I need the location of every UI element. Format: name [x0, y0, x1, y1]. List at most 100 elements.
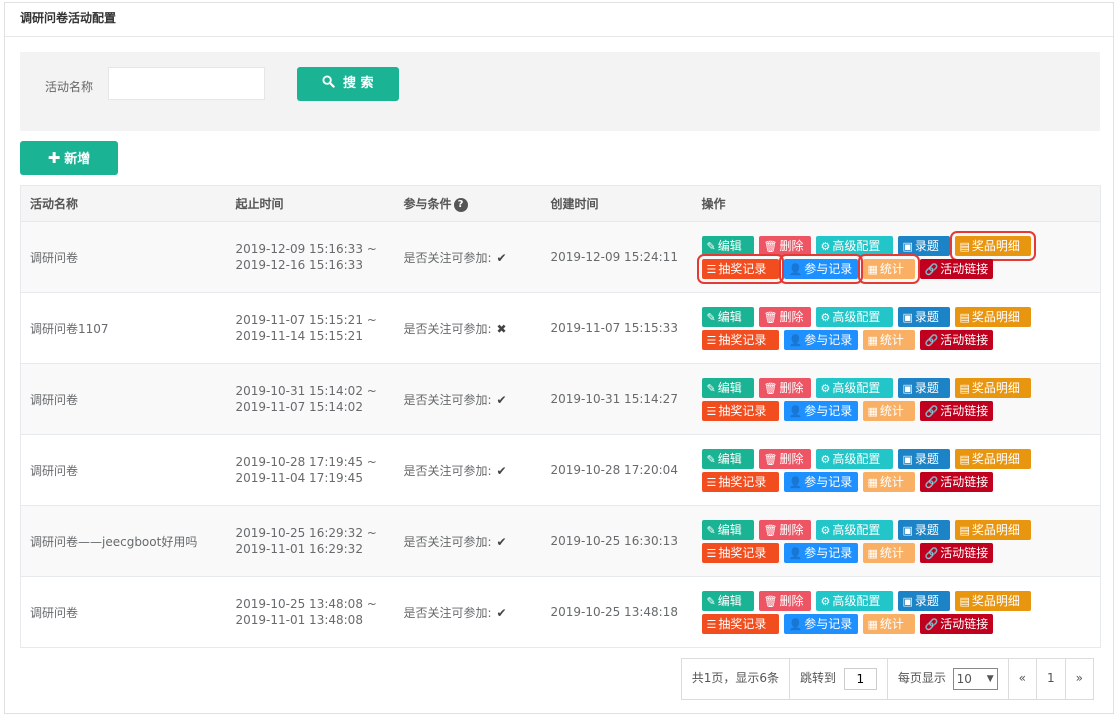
draw-record-button[interactable]: ☰ 抽奖记录 [701, 329, 779, 350]
cell-time: 2019-12-09 15:16:33 ~ 2019-12-16 15:16:3… [226, 221, 395, 293]
activity-link-button[interactable]: 🔗 活动链接 [919, 329, 993, 350]
activity-link-button[interactable]: 🔗 活动链接 [919, 400, 993, 421]
join-record-button[interactable]: 👤 参与记录 [783, 613, 858, 634]
edit-button-label: 编辑 [717, 522, 742, 537]
advanced-config-button[interactable]: ⚙ 高级配置 [815, 235, 893, 256]
stat-button[interactable]: ▦ 统计 [857, 253, 920, 284]
search-input[interactable] [108, 67, 265, 100]
cross-icon: ✖ [496, 321, 507, 336]
edit-button[interactable]: ✎ 编辑 [701, 235, 754, 256]
search-button[interactable]: 搜 索 [297, 67, 399, 101]
delete-button[interactable]: 🗑 删除 [758, 519, 811, 540]
config-panel: 调研问卷活动配置 活动名称 搜 索 ✚ 新增 活动名称 起止时间 参与条件? 创… [4, 2, 1114, 714]
gears-icon: ⚙ [820, 381, 831, 395]
topic-button[interactable]: ▣ 录题 [897, 235, 950, 256]
delete-button[interactable]: 🗑 删除 [758, 235, 811, 256]
activity-link-button[interactable]: 🔗 活动链接 [919, 258, 993, 279]
topic-button-label: 录题 [914, 451, 939, 466]
edit-button[interactable]: ✎ 编辑 [701, 306, 754, 327]
join-record-button[interactable]: 👤 参与记录 [783, 542, 858, 563]
join-record-button[interactable]: 👤 参与记录 [783, 471, 858, 492]
delete-button[interactable]: 🗑 删除 [758, 377, 811, 398]
advanced-config-button[interactable]: ⚙ 高级配置 [815, 519, 893, 540]
join-record-button[interactable]: 👤 参与记录 [783, 329, 858, 350]
end-time: 2019-12-16 15:16:33 [235, 258, 363, 272]
table-header-row: 活动名称 起止时间 参与条件? 创建时间 操作 [20, 185, 1101, 222]
draw-record-button[interactable]: ☰ 抽奖记录 [701, 542, 779, 563]
save-icon: ▣ [902, 452, 913, 466]
add-button[interactable]: ✚ 新增 [20, 141, 118, 175]
stat-button-label: 统计 [879, 332, 904, 347]
edit-button[interactable]: ✎ 编辑 [701, 519, 754, 540]
page-current-button[interactable]: 1 [1037, 659, 1066, 699]
advanced-config-button[interactable]: ⚙ 高级配置 [815, 448, 893, 469]
draw-record-button[interactable]: ☰ 抽奖记录 [701, 613, 779, 634]
created-time: 2019-12-09 15:24:11 [550, 250, 678, 264]
advanced-config-button[interactable]: ⚙ 高级配置 [815, 306, 893, 327]
edit-button[interactable]: ✎ 编辑 [701, 377, 754, 398]
stat-button[interactable]: ▦ 统计 [862, 542, 915, 563]
topic-button[interactable]: ▣ 录题 [897, 377, 950, 398]
condition-text: 是否关注可参加: [403, 605, 492, 620]
prize-detail-button[interactable]: ▤ 奖品明细 [954, 519, 1031, 540]
topic-button[interactable]: ▣ 录题 [897, 519, 950, 540]
delete-button-label: 删除 [779, 593, 804, 608]
table-row: 调研问卷 2019-12-09 15:16:33 ~ 2019-12-16 15… [20, 221, 1101, 293]
delete-button[interactable]: 🗑 删除 [758, 306, 811, 327]
question-circle-icon[interactable]: ? [453, 198, 468, 212]
cell-ops: ✎ 编辑 🗑 删除 ⚙ 高级配置 ▣ 录题 ▤ 奖品明细 ☰ 抽奖记录 👤 参与记录 ▦ 统计 🔗 活动链接 [692, 363, 1101, 435]
end-time: 2019-11-01 16:29:32 [235, 542, 363, 556]
join-record-button[interactable]: 👤 参与记录 [778, 253, 863, 284]
page-next-button[interactable]: » [1066, 659, 1093, 699]
stat-button[interactable]: ▦ 统计 [862, 329, 915, 350]
activity-link-button[interactable]: 🔗 活动链接 [919, 613, 993, 634]
activity-link-button[interactable]: 🔗 活动链接 [919, 542, 993, 563]
delete-button[interactable]: 🗑 删除 [758, 590, 811, 611]
advanced-config-button[interactable]: ⚙ 高级配置 [815, 590, 893, 611]
page-size-value: 10 [956, 671, 972, 686]
topic-button[interactable]: ▣ 录题 [897, 306, 950, 327]
join-record-button[interactable]: 👤 参与记录 [783, 400, 858, 421]
edit-button[interactable]: ✎ 编辑 [701, 590, 754, 611]
page-jump: 跳转到 [790, 659, 888, 699]
advanced-config-button-label: 高级配置 [832, 238, 881, 253]
draw-record-button-label: 抽奖记录 [718, 545, 767, 560]
prize-detail-button[interactable]: ▤ 奖品明细 [954, 448, 1031, 469]
page-prev-button[interactable]: « [1009, 659, 1038, 699]
prize-detail-button[interactable]: ▤ 奖品明细 [954, 306, 1031, 327]
draw-record-button[interactable]: ☰ 抽奖记录 [701, 400, 779, 421]
draw-record-button[interactable]: ☰ 抽奖记录 [696, 253, 784, 284]
page-size-select[interactable]: 10 ▼ [952, 667, 998, 690]
draw-record-button[interactable]: ☰ 抽奖记录 [701, 471, 779, 492]
activity-link-button[interactable]: 🔗 活动链接 [919, 471, 993, 492]
link-icon: 🔗 [924, 404, 939, 418]
topic-button[interactable]: ▣ 录题 [897, 448, 950, 469]
header-time: 起止时间 [226, 185, 395, 222]
stat-button-label: 统计 [879, 474, 904, 489]
start-time: 2019-10-28 17:19:45 ~ [235, 455, 377, 469]
link-icon: 🔗 [924, 333, 939, 347]
trash-icon: 🗑 [763, 381, 778, 395]
prize-detail-button[interactable]: ▤ 奖品明细 [954, 377, 1031, 398]
prize-detail-button[interactable]: ▤ 奖品明细 [949, 230, 1036, 261]
stat-button[interactable]: ▦ 统计 [862, 471, 915, 492]
save-icon: ▣ [902, 523, 913, 537]
edit-button[interactable]: ✎ 编辑 [701, 448, 754, 469]
link-icon: 🔗 [924, 546, 939, 560]
topic-button[interactable]: ▣ 录题 [897, 590, 950, 611]
start-time: 2019-10-31 15:14:02 ~ [235, 384, 377, 398]
cell-ops: ✎ 编辑 🗑 删除 ⚙ 高级配置 ▣ 录题 ▤ 奖品明细 ☰ 抽奖记录 👤 参与记录 ▦ 统计 🔗 活动链接 [692, 505, 1101, 577]
condition-text: 是否关注可参加: [403, 392, 492, 407]
stat-button[interactable]: ▦ 统计 [862, 613, 915, 634]
edit-icon: ✎ [706, 239, 716, 253]
prize-detail-button[interactable]: ▤ 奖品明细 [954, 590, 1031, 611]
delete-button[interactable]: 🗑 删除 [758, 448, 811, 469]
save-icon: ▣ [902, 310, 913, 324]
advanced-config-button[interactable]: ⚙ 高级配置 [815, 377, 893, 398]
stat-button[interactable]: ▦ 统计 [862, 400, 915, 421]
stat-button-label: 统计 [879, 403, 904, 418]
search-label: 活动名称 [45, 80, 94, 94]
edit-icon: ✎ [706, 381, 716, 395]
chart-icon: ▦ [867, 333, 878, 347]
page-jump-input[interactable] [843, 667, 877, 690]
